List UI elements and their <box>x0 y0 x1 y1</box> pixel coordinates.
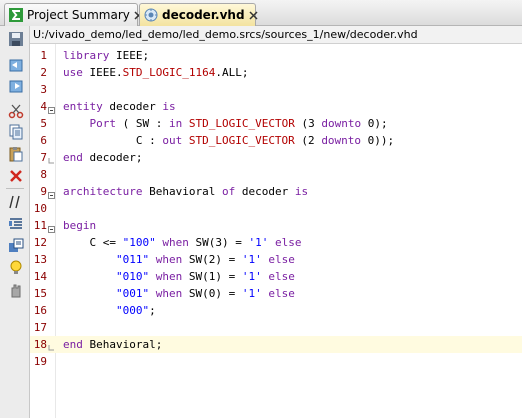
code-line[interactable]: 6 C : out STD_LOGIC_VECTOR (2 downto 0))… <box>30 132 522 149</box>
paste-icon[interactable] <box>7 145 25 163</box>
close-icon[interactable] <box>249 10 259 20</box>
line-number: 7 <box>40 151 47 164</box>
fold-collapse-icon[interactable] <box>48 102 55 114</box>
fold-end-icon[interactable] <box>48 340 55 351</box>
code-line[interactable]: 19 <box>30 353 522 370</box>
code-text: end decoder; <box>63 151 143 164</box>
code-line[interactable]: 11 begin <box>30 217 522 234</box>
code-text: begin <box>63 219 97 232</box>
code-text: "011" when SW(2) = '1' else <box>115 253 295 266</box>
code-line[interactable]: 4 entity decoder is <box>30 98 522 115</box>
code-line[interactable]: 5 Port ( SW : in STD_LOGIC_VECTOR (3 dow… <box>30 115 522 132</box>
code-text: "010" when SW(1) = '1' else <box>115 270 295 283</box>
code-line[interactable]: 2 use IEEE.STD_LOGIC_1164.ALL; <box>30 64 522 81</box>
tab-decoder-vhd[interactable]: decoder.vhd <box>139 3 259 26</box>
code-line[interactable]: 7 end decoder; <box>30 149 522 166</box>
redo-icon[interactable] <box>7 77 25 95</box>
code-text: "000"; <box>115 304 156 317</box>
line-number: 14 <box>33 270 47 283</box>
line-number: 18 <box>33 338 47 351</box>
hand-icon[interactable] <box>7 281 25 299</box>
code-editor[interactable]: 1 library IEEE; 2 use IEEE.STD_LOGIC_1164.A… <box>30 44 522 418</box>
code-line[interactable]: 14 "010" when SW(1) = '1' else <box>30 268 522 285</box>
code-line[interactable]: 8 <box>30 166 522 183</box>
undo-icon[interactable] <box>7 56 25 74</box>
save-icon[interactable] <box>7 30 25 48</box>
line-number: 19 <box>33 355 47 368</box>
line-number: 15 <box>33 287 47 300</box>
line-number: 2 <box>40 66 47 79</box>
code-text: Port ( SW : in STD_LOGIC_VECTOR (3 downt… <box>89 117 388 130</box>
copy-icon[interactable] <box>7 123 25 141</box>
code-line[interactable]: 9 architecture Behavioral of decoder is <box>30 183 522 200</box>
code-line[interactable]: 10 <box>30 200 522 217</box>
line-number: 6 <box>40 134 47 147</box>
line-number: 9 <box>40 185 47 198</box>
code-text: entity decoder is <box>63 100 176 113</box>
code-text: architecture Behavioral of decoder is <box>63 185 309 198</box>
tab-project-summary[interactable]: Project Summary <box>4 3 143 26</box>
code-line[interactable]: 17 <box>30 319 522 336</box>
line-number: 3 <box>40 83 47 96</box>
tab-label: decoder.vhd <box>162 8 245 22</box>
fold-end-icon[interactable] <box>48 153 55 164</box>
comment-icon[interactable] <box>7 193 25 211</box>
editor-tab-bar: Project Summary decoder.vhd <box>0 0 522 26</box>
line-number: 5 <box>40 117 47 130</box>
file-path-bar: U:/vivado_demo/led_demo/led_demo.srcs/so… <box>30 26 522 44</box>
fold-collapse-icon[interactable] <box>48 221 55 233</box>
code-line[interactable]: 15 "001" when SW(0) = '1' else <box>30 285 522 302</box>
code-text: end Behavioral; <box>63 338 163 351</box>
cut-icon[interactable] <box>7 102 25 120</box>
line-number: 17 <box>33 321 47 334</box>
code-line[interactable]: 1 library IEEE; <box>30 47 522 64</box>
indent-icon[interactable] <box>7 215 25 233</box>
code-text: C <= "100" when SW(3) = '1' else <box>63 236 302 249</box>
code-text: library IEEE; <box>63 49 150 62</box>
code-text: "001" when SW(0) = '1' else <box>115 287 295 300</box>
line-number: 8 <box>40 168 47 181</box>
code-line[interactable]: 18 end Behavioral; <box>30 336 522 353</box>
code-line[interactable]: 13 "011" when SW(2) = '1' else <box>30 251 522 268</box>
code-line[interactable]: 16 "000"; <box>30 302 522 319</box>
code-line[interactable]: 3 <box>30 81 522 98</box>
delete-icon[interactable] <box>7 167 25 185</box>
line-number: 4 <box>40 100 47 113</box>
line-number: 11 <box>33 219 47 232</box>
line-number: 13 <box>33 253 47 266</box>
vhdl-file-icon <box>144 8 158 22</box>
line-number: 10 <box>33 202 47 215</box>
code-text: C : out STD_LOGIC_VECTOR (2 downto 0)); <box>63 134 395 147</box>
line-number: 12 <box>33 236 47 249</box>
code-line[interactable]: 12 C <= "100" when SW(3) = '1' else <box>30 234 522 251</box>
editor-toolbar <box>0 26 30 418</box>
toolbar-separator <box>6 188 24 189</box>
tab-label: Project Summary <box>27 8 130 22</box>
language-templates-icon[interactable] <box>7 237 25 255</box>
code-text: use IEEE.STD_LOGIC_1164.ALL; <box>63 66 249 79</box>
bulb-icon[interactable] <box>7 259 25 277</box>
fold-collapse-icon[interactable] <box>48 187 55 199</box>
line-number: 16 <box>33 304 47 317</box>
line-number: 1 <box>40 49 47 62</box>
sigma-icon <box>9 8 23 22</box>
